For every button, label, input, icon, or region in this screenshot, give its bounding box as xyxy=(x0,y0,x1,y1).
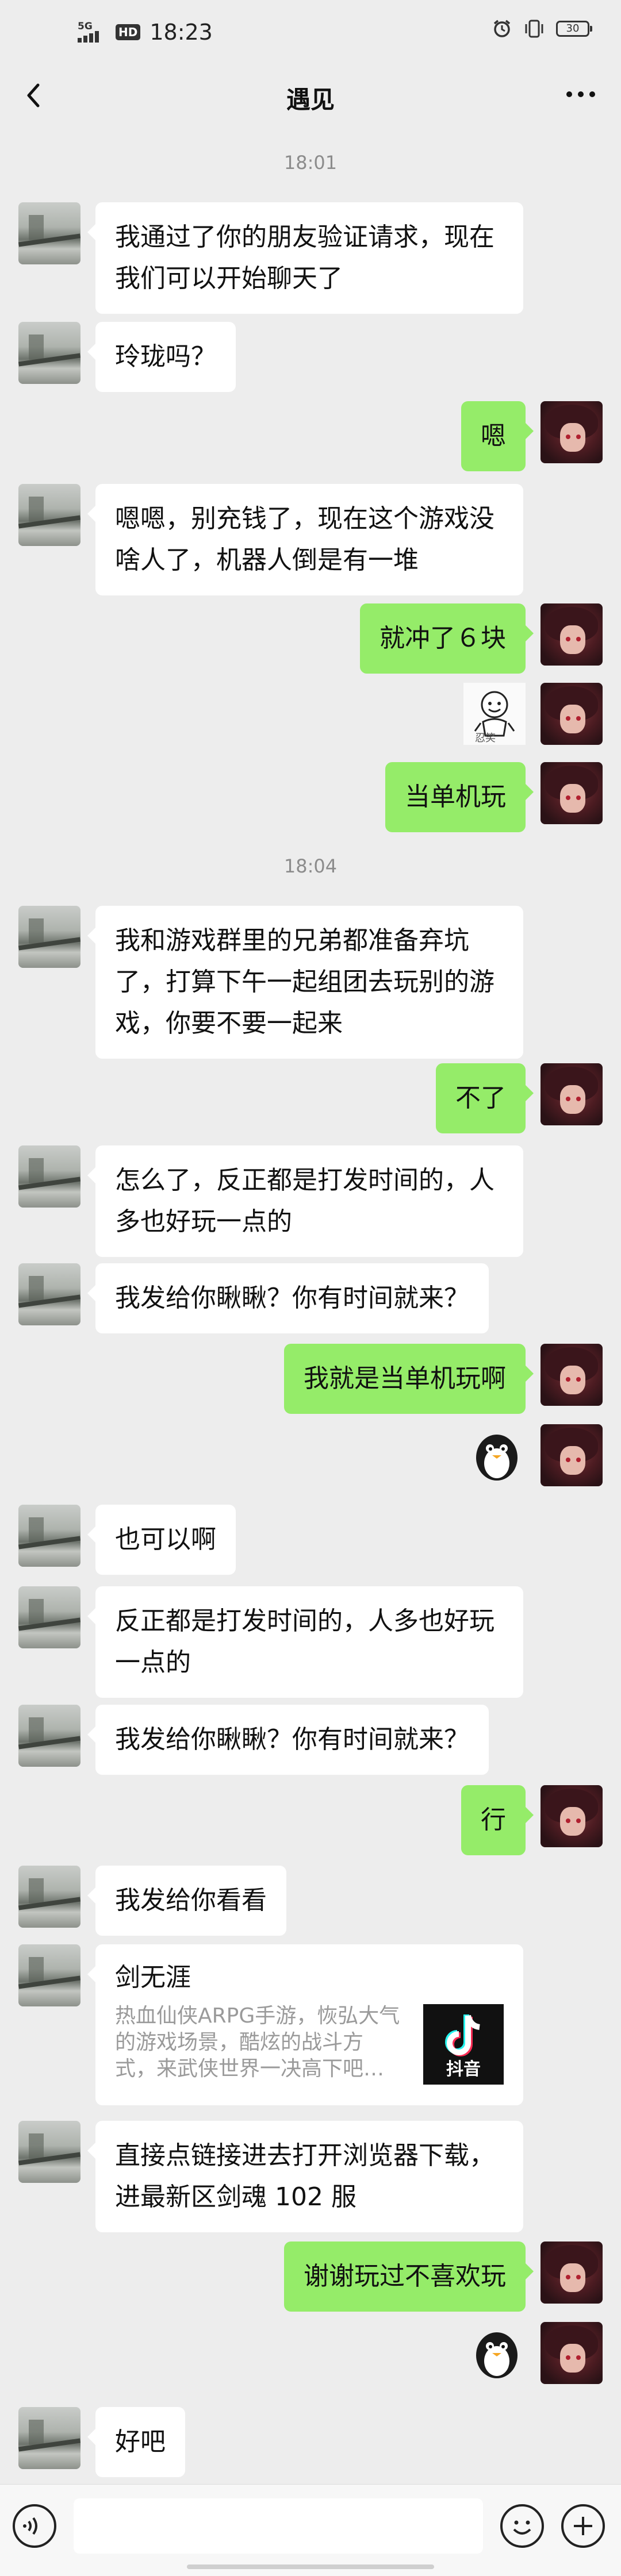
nav-bar: 遇见 xyxy=(0,63,621,126)
avatar-contact[interactable] xyxy=(18,2121,80,2183)
hd-badge: HD xyxy=(116,24,141,40)
link-card-title: 剑无涯 xyxy=(115,1963,191,1992)
status-bar: 5G HD 18:23 30 xyxy=(0,0,621,63)
avatar-contact[interactable] xyxy=(18,1505,80,1567)
avatar-self[interactable] xyxy=(540,683,603,745)
vibrate-icon xyxy=(525,20,543,38)
voice-icon[interactable] xyxy=(13,2504,56,2548)
avatar-contact[interactable] xyxy=(18,1705,80,1767)
avatar-contact[interactable] xyxy=(18,906,80,968)
avatar-self[interactable] xyxy=(540,401,603,463)
link-card[interactable]: 剑无涯 热血仙侠ARPG手游，恢弘大气的游戏场景，酷炫的战斗方式，来武侠世界一决… xyxy=(87,1944,523,2105)
message-incoming[interactable]: 玲珑吗？ xyxy=(87,322,236,392)
avatar-self[interactable] xyxy=(540,1344,603,1406)
message-incoming[interactable]: 我发给你瞅瞅？你有时间就来？ xyxy=(87,1705,489,1775)
avatar-contact[interactable] xyxy=(18,1263,80,1325)
status-left: 5G HD 18:23 xyxy=(78,15,213,49)
message-incoming[interactable]: 嗯嗯，别充钱了，现在这个游戏没啥人了，机器人倒是有一堆 xyxy=(87,484,523,595)
link-card-source: 抖音 xyxy=(446,2059,481,2079)
link-card-description: 热血仙侠ARPG手游，恢弘大气的游戏场景，酷炫的战斗方式，来武侠世界一决高下吧… xyxy=(115,2004,400,2081)
message-incoming[interactable]: 我发给你看看 xyxy=(87,1866,286,1936)
douyin-logo-icon: 抖音 xyxy=(423,2004,504,2085)
message-incoming[interactable]: 怎么了，反正都是打发时间的，人多也好玩一点的 xyxy=(87,1145,523,1257)
avatar-self[interactable] xyxy=(540,1063,603,1125)
message-incoming[interactable]: 反正都是打发时间的，人多也好玩一点的 xyxy=(87,1586,523,1698)
avatar-self[interactable] xyxy=(540,1785,603,1847)
avatar-self[interactable] xyxy=(540,2322,603,2384)
emoji-icon[interactable] xyxy=(500,2504,544,2548)
status-right: 30 xyxy=(492,18,592,39)
status-time: 18:23 xyxy=(150,20,213,45)
avatar-contact[interactable] xyxy=(18,484,80,546)
message-incoming[interactable]: 我发给你瞅瞅？你有时间就来？ xyxy=(87,1263,489,1333)
message-outgoing[interactable]: 我就是当单机玩啊 xyxy=(284,1344,534,1414)
chat-title: 遇见 xyxy=(286,86,335,114)
avatar-contact[interactable] xyxy=(18,1145,80,1208)
battery-level: 30 xyxy=(566,22,580,34)
message-outgoing[interactable]: 就冲了６块 xyxy=(360,603,534,674)
message-outgoing[interactable]: 嗯 xyxy=(461,401,534,471)
network-type: 5G xyxy=(78,21,93,32)
message-incoming[interactable]: 我通过了你的朋友验证请求，现在我们可以开始聊天了 xyxy=(87,202,523,314)
alarm-icon xyxy=(493,20,511,37)
message-incoming[interactable]: 我和游戏群里的兄弟都准备弃坑了，打算下午一起组团去玩别的游戏，你要不要一起来 xyxy=(87,906,523,1059)
avatar-contact[interactable] xyxy=(18,2407,80,2469)
penguin-sticker-icon[interactable] xyxy=(466,2322,528,2384)
avatar-contact[interactable] xyxy=(18,202,80,264)
avatar-contact[interactable] xyxy=(18,1944,80,2006)
sticker-caption: 忍笑 xyxy=(475,732,496,744)
message-outgoing[interactable]: 当单机玩 xyxy=(385,762,534,832)
message-outgoing[interactable]: 谢谢玩过不喜欢玩 xyxy=(284,2241,534,2312)
message-incoming[interactable]: 也可以啊 xyxy=(87,1505,236,1575)
avatar-contact[interactable] xyxy=(18,1586,80,1648)
timestamp: 18:04 xyxy=(283,855,338,877)
penguin-sticker-icon[interactable] xyxy=(466,1424,528,1486)
timestamp: 18:01 xyxy=(283,152,338,174)
message-outgoing[interactable]: 行 xyxy=(461,1785,534,1855)
message-input[interactable] xyxy=(74,2498,483,2554)
message-incoming[interactable]: 好吧 xyxy=(87,2407,185,2477)
avatar-self[interactable] xyxy=(540,603,603,666)
signal-icon: 5G xyxy=(78,18,110,46)
message-incoming[interactable]: 直接点链接进去打开浏览器下载，进最新区剑魂 102 服 xyxy=(87,2121,523,2232)
avatar-contact[interactable] xyxy=(18,1866,80,1928)
avatar-self[interactable] xyxy=(540,762,603,824)
message-outgoing[interactable]: 不了 xyxy=(436,1063,534,1133)
plus-icon[interactable] xyxy=(561,2504,605,2548)
home-indicator[interactable] xyxy=(187,2565,434,2569)
avatar-contact[interactable] xyxy=(18,322,80,384)
input-bar xyxy=(0,2484,621,2576)
more-dots-icon[interactable] xyxy=(564,83,598,106)
battery-icon: 30 xyxy=(556,21,592,37)
avatar-self[interactable] xyxy=(540,2241,603,2304)
avatar-self[interactable] xyxy=(540,1424,603,1486)
